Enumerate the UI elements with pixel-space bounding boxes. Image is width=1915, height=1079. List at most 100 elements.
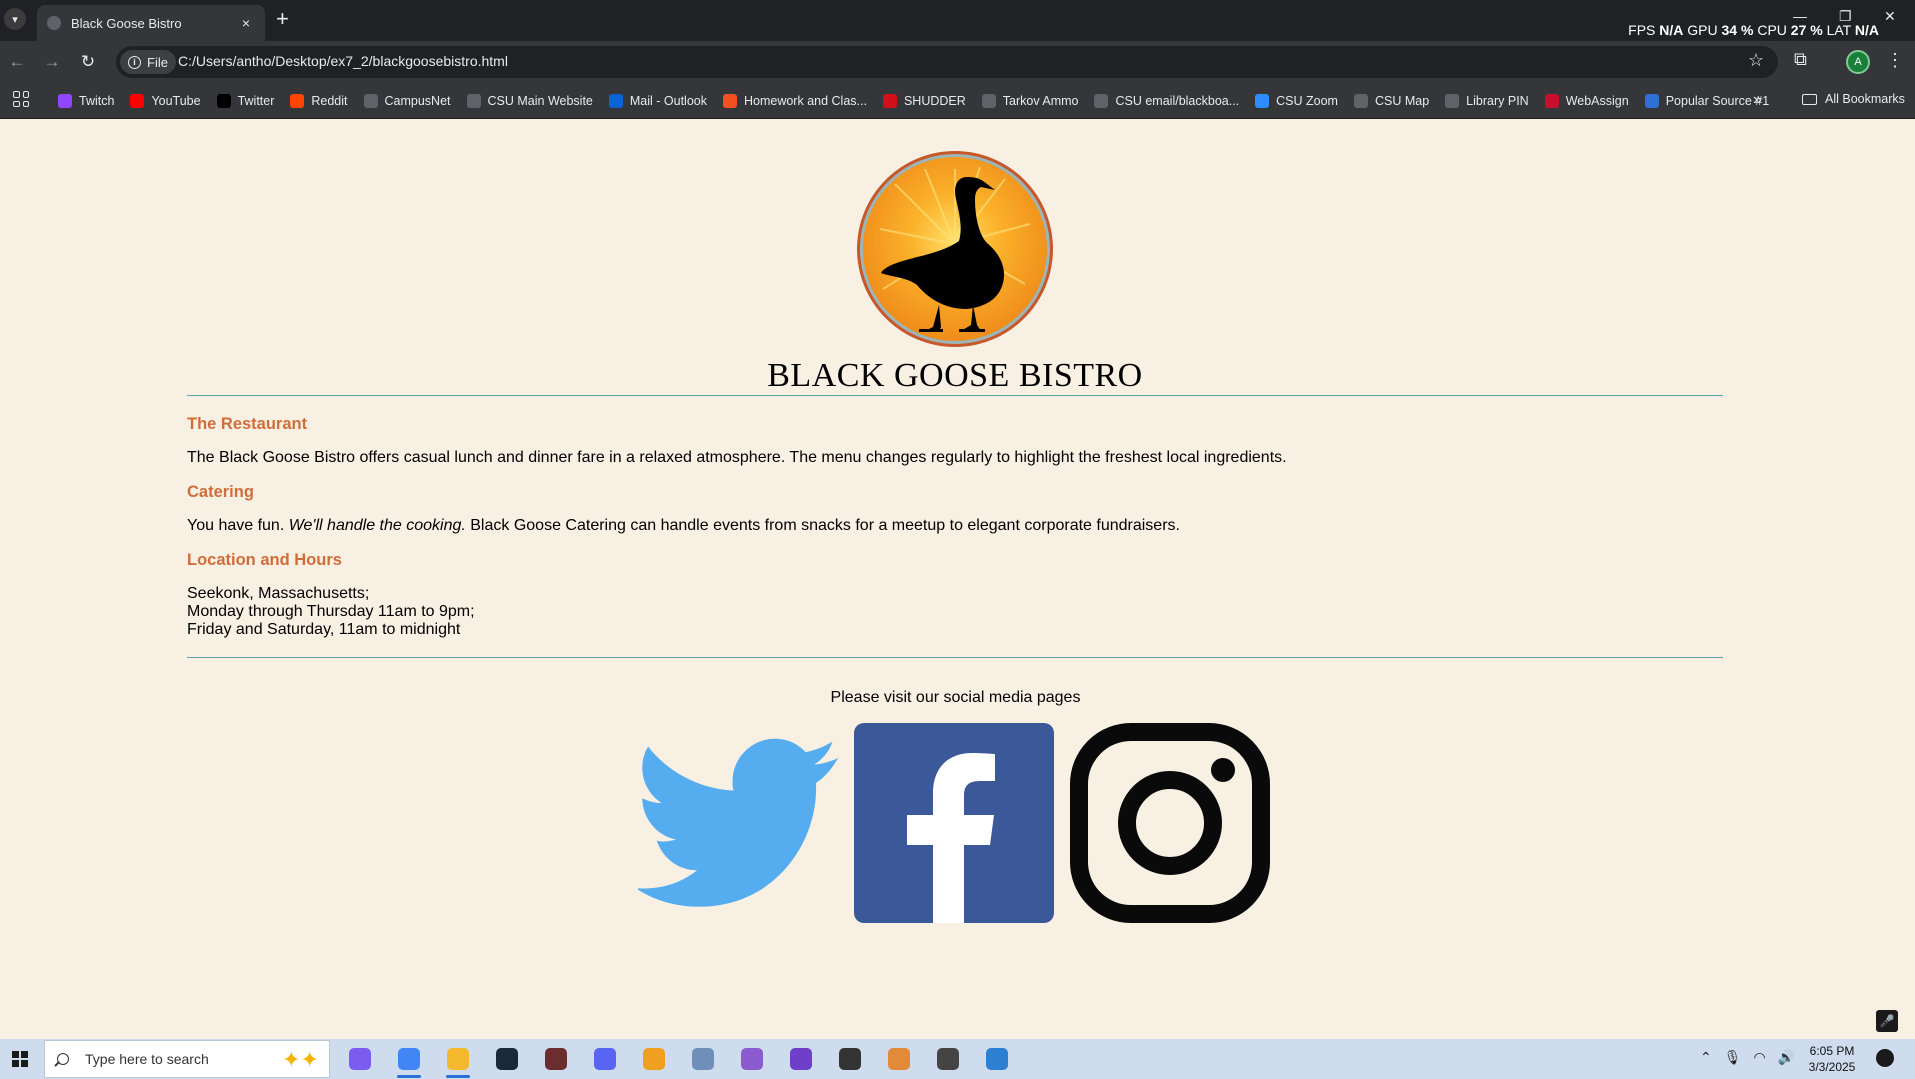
taskbar-app[interactable]	[879, 1039, 919, 1079]
notification-center-icon[interactable]	[1876, 1049, 1894, 1067]
restore-icon[interactable]: ❐	[1839, 8, 1852, 25]
taskbar-app[interactable]	[830, 1039, 870, 1079]
taskbar-app[interactable]	[683, 1039, 723, 1079]
taskbar-app[interactable]	[634, 1039, 674, 1079]
all-bookmarks-button[interactable]: All Bookmarks	[1802, 92, 1905, 106]
bookmark-label: CSU Map	[1374, 94, 1430, 108]
extensions-puzzle-icon[interactable]: ⧉	[1794, 49, 1807, 70]
taskbar-search[interactable]: Type here to search ✦✦	[44, 1040, 330, 1078]
social-links	[638, 723, 1286, 923]
bookmark-label: CSU Main Website	[487, 94, 593, 108]
address-bar[interactable]: i File C:/Users/antho/Desktop/ex7_2/blac…	[116, 46, 1778, 78]
github-desktop-icon	[790, 1048, 812, 1070]
webassign-icon	[1544, 94, 1559, 108]
reload-icon[interactable]: ↻	[75, 49, 101, 75]
bookmark-item[interactable]: Tarkov Ammo	[981, 94, 1078, 108]
taskbar-app[interactable]	[585, 1039, 625, 1079]
bookmark-item[interactable]: CSU email/blackboa...	[1094, 94, 1239, 108]
site-info-chip[interactable]: i File	[120, 50, 176, 74]
zoom-icon	[1255, 94, 1270, 108]
bookmark-item[interactable]: Twitter	[216, 94, 275, 108]
bottom-divider	[187, 657, 1723, 658]
bookmark-star-icon[interactable]: ☆	[1748, 50, 1764, 71]
info-icon: i	[128, 55, 141, 69]
taskbar-app[interactable]	[977, 1039, 1017, 1079]
profile-avatar[interactable]: A	[1846, 50, 1870, 74]
main-content: The Restaurant The Black Goose Bistro of…	[187, 415, 1723, 655]
twitter-icon[interactable]	[638, 723, 838, 923]
bookmark-item[interactable]: Mail - Outlook	[608, 94, 707, 108]
csu-icon	[1353, 94, 1368, 108]
microsoft-icon	[722, 94, 737, 108]
taskbar-app[interactable]	[487, 1039, 527, 1079]
bookmark-item[interactable]: CampusNet	[363, 94, 451, 108]
bookmark-item[interactable]: Popular Source #1	[1644, 94, 1769, 108]
taskbar-app[interactable]	[389, 1039, 429, 1079]
bookmark-item[interactable]: Library PIN	[1445, 94, 1529, 108]
restaurant-heading: The Restaurant	[187, 415, 308, 433]
bookmark-item[interactable]: Homework and Clas...	[722, 94, 867, 108]
bookmark-label: Mail - Outlook	[629, 94, 707, 108]
wifi-icon[interactable]: ◠	[1754, 1049, 1766, 1066]
bookmark-label: Library PIN	[1466, 94, 1529, 108]
microphone-tray-icon[interactable]: 🎙	[1724, 1049, 1742, 1066]
tray-overflow-chevron-icon[interactable]: ⌃	[1700, 1049, 1712, 1066]
reddit-icon	[290, 94, 305, 108]
system-tray: ⌃ 🎙 ◠ 🔊	[1700, 1049, 1807, 1066]
more-menu-icon[interactable]: ⋮	[1886, 50, 1904, 71]
windows-start-icon[interactable]	[12, 1051, 28, 1067]
bookmarks-bar: Twitch YouTube Twitter Reddit CampusNet CSU M…	[0, 83, 1915, 119]
taskbar-app[interactable]	[340, 1039, 380, 1079]
back-arrow-icon[interactable]: ←	[4, 49, 30, 75]
top-divider	[187, 395, 1723, 396]
taskbar-app[interactable]	[732, 1039, 772, 1079]
bookmark-label: Reddit	[311, 94, 348, 108]
bookmark-label: CSU Zoom	[1276, 94, 1338, 108]
more-bookmarks-chevron-icon[interactable]: »	[1753, 91, 1762, 109]
social-prompt: Please visit our social media pages	[830, 689, 1081, 706]
location-line: Seekonk, Massachusetts;	[187, 585, 370, 602]
folder-icon	[1802, 93, 1817, 105]
clock-date: 3/3/2025	[1808, 1060, 1856, 1074]
bookmark-item[interactable]: CSU Zoom	[1255, 94, 1338, 108]
file-explorer-icon	[447, 1048, 469, 1070]
cpu-label: CPU	[1757, 22, 1787, 38]
url-text[interactable]: C:/Users/antho/Desktop/ex7_2/blackgooseb…	[178, 53, 508, 69]
bookmark-label: Twitter	[237, 94, 275, 108]
close-tab-icon[interactable]: ×	[237, 15, 255, 31]
windows-taskbar: Type here to search ✦✦ ⌃ 🎙 ◠ 🔊 6:05 PM 3…	[0, 1039, 1915, 1079]
new-tab-button[interactable]: +	[276, 8, 289, 30]
gpu-label: GPU	[1687, 22, 1718, 38]
forward-arrow-icon[interactable]: →	[39, 49, 65, 75]
tab-search-button[interactable]: ▾	[4, 8, 26, 30]
bookmark-item[interactable]: Reddit	[290, 94, 348, 108]
bookmark-item[interactable]: CSU Map	[1353, 94, 1430, 108]
bookmark-label: CampusNet	[384, 94, 451, 108]
csu-icon	[1445, 94, 1460, 108]
taskbar-clock[interactable]: 6:05 PM 3/3/2025	[1802, 1043, 1862, 1075]
volume-icon[interactable]: 🔊	[1778, 1049, 1795, 1066]
bookmark-item[interactable]: WebAssign	[1544, 94, 1629, 108]
instagram-icon[interactable]	[1070, 723, 1270, 923]
paint-icon	[888, 1048, 910, 1070]
close-window-icon[interactable]: ✕	[1884, 8, 1896, 25]
taskbar-app[interactable]	[438, 1039, 478, 1079]
taskbar-app[interactable]	[781, 1039, 821, 1079]
active-tab[interactable]: Black Goose Bistro ×	[37, 5, 265, 41]
gpu-value: 34 %	[1721, 22, 1754, 38]
bookmark-item[interactable]: Twitch	[58, 94, 114, 108]
bookmark-item[interactable]: YouTube	[130, 94, 201, 108]
bookmark-item[interactable]: SHUDDER	[882, 94, 966, 108]
apps-grid-icon[interactable]	[13, 91, 29, 107]
minimize-icon[interactable]: —	[1793, 8, 1807, 24]
taskbar-app[interactable]	[928, 1039, 968, 1079]
shudder-icon	[882, 94, 897, 108]
visual-studio-icon	[741, 1048, 763, 1070]
fps-label: FPS	[1628, 22, 1656, 38]
search-highlight-icon: ✦✦	[282, 1047, 319, 1072]
bookmark-item[interactable]: CSU Main Website	[466, 94, 593, 108]
microphone-icon[interactable]: 🎤	[1876, 1010, 1898, 1032]
facebook-icon[interactable]	[854, 723, 1054, 923]
site-title: BLACK GOOSE BISTRO	[767, 357, 1143, 394]
taskbar-app[interactable]	[536, 1039, 576, 1079]
